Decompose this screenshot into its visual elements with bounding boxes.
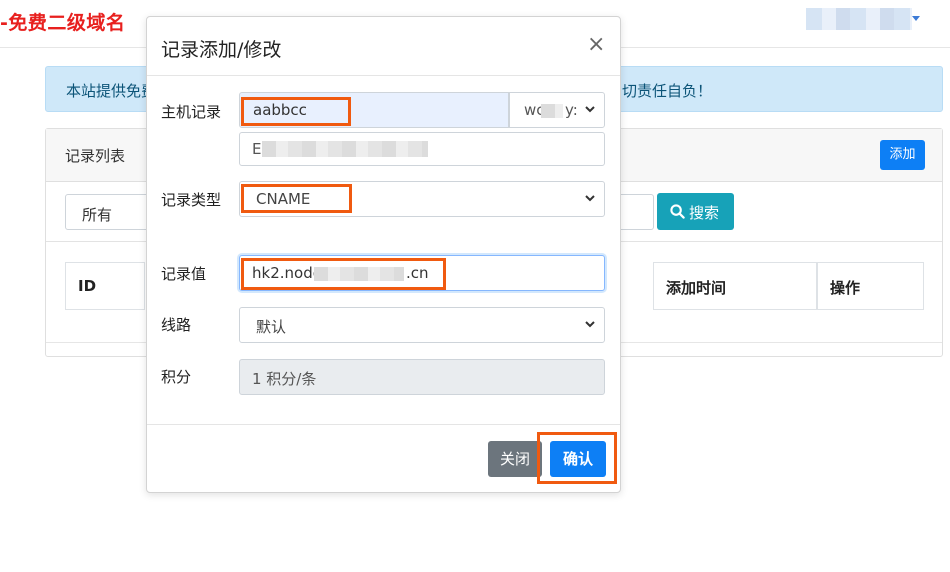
search-icon (670, 204, 685, 219)
highlight-record-type (241, 184, 352, 213)
highlight-confirm-button (537, 432, 617, 484)
filter-select-value: 所有 (82, 206, 113, 224)
points-value: 1 积分/条 (252, 370, 317, 388)
column-header: 操作 (830, 279, 861, 297)
line-select-value: 默认 (256, 318, 287, 336)
redacted-full-domain (262, 141, 428, 157)
full-domain-display: E (239, 132, 605, 166)
caret-down-icon[interactable] (912, 16, 920, 21)
host-record-label: 主机记录 (161, 103, 222, 121)
table-header-add-time: 添加时间 (653, 262, 817, 310)
search-button[interactable]: 搜索 (657, 193, 734, 230)
points-readonly-field: 1 积分/条 (239, 359, 605, 395)
close-icon[interactable]: × (587, 33, 605, 57)
highlight-record-value (241, 258, 446, 290)
full-domain-prefix: E (252, 140, 262, 158)
points-label: 积分 (161, 368, 192, 386)
modal-header-divider (147, 75, 620, 76)
record-type-label: 记录类型 (161, 191, 222, 209)
user-menu-redacted[interactable] (806, 8, 912, 30)
record-edit-modal: 记录添加/修改 × 主机记录 aabbcc wc y: E 记录类型 CNAME… (146, 16, 621, 493)
chevron-down-icon (585, 106, 595, 113)
site-brand[interactable]: -免费二级域名 (0, 8, 125, 35)
card-title: 记录列表 (65, 147, 126, 165)
add-button[interactable]: 添加 (880, 140, 925, 170)
modal-title: 记录添加/修改 (161, 39, 282, 61)
column-header: 添加时间 (666, 279, 727, 297)
search-button-label: 搜索 (689, 204, 720, 222)
column-header: ID (78, 277, 97, 295)
line-label: 线路 (161, 316, 192, 334)
notice-text-left: 本站提供免费 (66, 82, 157, 100)
line-select[interactable]: 默认 (239, 307, 605, 343)
redacted-domain (541, 104, 563, 118)
chevron-down-icon (585, 195, 595, 202)
domain-suffix-tail: y: (565, 101, 578, 119)
highlight-host-record (241, 97, 351, 126)
cancel-button[interactable]: 关闭 (488, 441, 542, 477)
domain-suffix-select[interactable]: wc y: (509, 92, 605, 128)
modal-footer-divider (147, 424, 620, 425)
table-header-id: ID (65, 262, 145, 310)
table-header-actions: 操作 (817, 262, 924, 310)
chevron-down-icon (585, 321, 595, 328)
record-value-label: 记录值 (161, 265, 207, 283)
notice-text-right: 切责任自负！ (622, 82, 713, 100)
